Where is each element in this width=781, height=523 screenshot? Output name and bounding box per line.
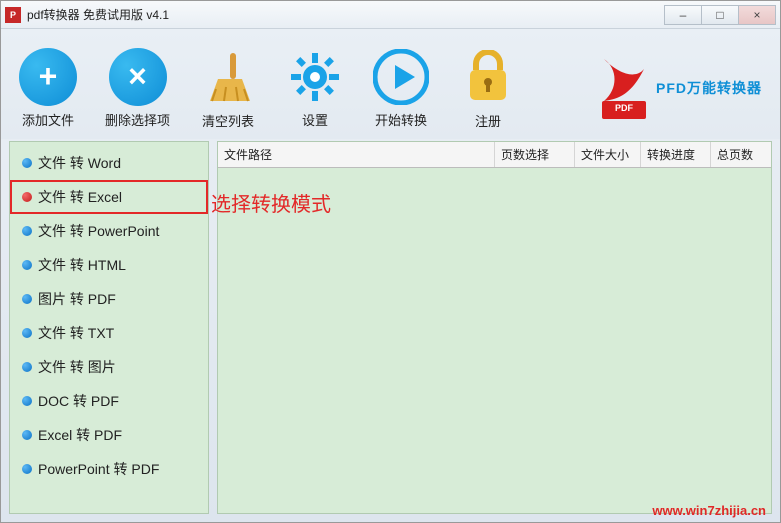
sidebar-item[interactable]: DOC 转 PDF [10,384,208,418]
sidebar-item[interactable]: 文件 转 TXT [10,316,208,350]
file-table: 文件路径 页数选择 文件大小 转换进度 总页数 [217,141,772,514]
window-controls: – □ × [665,5,776,25]
clear-list-button[interactable]: 清空列表 [198,47,258,130]
bullet-icon [22,430,32,440]
sidebar-item[interactable]: 图片 转 PDF [10,282,208,316]
conversion-mode-sidebar: 文件 转 Word 文件 转 Excel 文件 转 PowerPoint 文件 转 H… [9,141,209,514]
sidebar-item[interactable]: Excel 转 PDF [10,418,208,452]
table-body [218,168,771,513]
sidebar-item[interactable]: 文件 转 PowerPoint [10,214,208,248]
delete-selected-button[interactable]: × 删除选择项 [105,48,170,129]
register-button[interactable]: 注册 [458,47,518,130]
bullet-icon [22,328,32,338]
col-file-size[interactable]: 文件大小 [575,142,641,167]
col-progress[interactable]: 转换进度 [641,142,711,167]
sidebar-item-label: PowerPoint 转 PDF [38,459,159,479]
toolbar-label: 注册 [475,111,501,130]
sidebar-item[interactable]: PowerPoint 转 PDF [10,452,208,486]
plus-icon: + [19,48,77,106]
sidebar-item-label: Excel 转 PDF [38,425,122,445]
toolbar-label: 删除选择项 [105,110,170,129]
content-area: 文件 转 Word 文件 转 Excel 文件 转 PowerPoint 文件 转 H… [9,141,772,514]
sidebar-item-label: 文件 转 Word [38,153,121,173]
toolbar-label: 清空列表 [202,111,254,130]
toolbar: + 添加文件 × 删除选择项 清空列表 [1,29,780,139]
sidebar-item-label: 文件 转 Excel [38,187,122,207]
sidebar-item-label: 文件 转 HTML [38,255,126,275]
minimize-button[interactable]: – [664,5,702,25]
brand-text: PFD万能转换器 [656,78,762,98]
lock-icon [458,47,518,107]
brand-area: PDF PFD万能转换器 [596,55,762,121]
window-title: pdf转换器 免费试用版 v4.1 [27,6,169,23]
gear-icon [286,48,344,106]
x-icon: × [109,48,167,106]
bullet-icon [22,226,32,236]
bullet-icon [22,192,32,202]
bullet-icon [22,396,32,406]
toolbar-label: 设置 [302,110,328,129]
toolbar-label: 开始转换 [375,110,427,129]
toolbar-label: 添加文件 [22,110,74,129]
start-convert-button[interactable]: 开始转换 [372,48,430,129]
sidebar-item-label: 文件 转 图片 [38,357,116,377]
add-file-button[interactable]: + 添加文件 [19,48,77,129]
bullet-icon [22,158,32,168]
bullet-icon [22,362,32,372]
sidebar-item[interactable]: 文件 转 Word [10,146,208,180]
settings-button[interactable]: 设置 [286,48,344,129]
sidebar-item-label: DOC 转 PDF [38,391,119,411]
close-button[interactable]: × [738,5,776,25]
play-icon [372,48,430,106]
pdf-logo-icon: PDF [596,55,652,121]
bullet-icon [22,294,32,304]
col-file-path[interactable]: 文件路径 [218,142,495,167]
svg-text:PDF: PDF [615,103,634,113]
bullet-icon [22,464,32,474]
col-total-pages[interactable]: 总页数 [711,142,771,167]
table-header: 文件路径 页数选择 文件大小 转换进度 总页数 [218,142,771,168]
broom-icon [198,47,258,107]
sidebar-item-label: 图片 转 PDF [38,289,116,309]
bullet-icon [22,260,32,270]
app-window: P pdf转换器 免费试用版 v4.1 – □ × + 添加文件 × 删除选择项 [0,0,781,523]
app-icon: P [5,7,21,23]
sidebar-item[interactable]: 文件 转 Excel [10,180,208,214]
titlebar: P pdf转换器 免费试用版 v4.1 – □ × [1,1,780,29]
sidebar-item[interactable]: 文件 转 图片 [10,350,208,384]
col-page-select[interactable]: 页数选择 [495,142,575,167]
maximize-button[interactable]: □ [701,5,739,25]
sidebar-item-label: 文件 转 TXT [38,323,114,343]
sidebar-item-label: 文件 转 PowerPoint [38,221,159,241]
sidebar-item[interactable]: 文件 转 HTML [10,248,208,282]
